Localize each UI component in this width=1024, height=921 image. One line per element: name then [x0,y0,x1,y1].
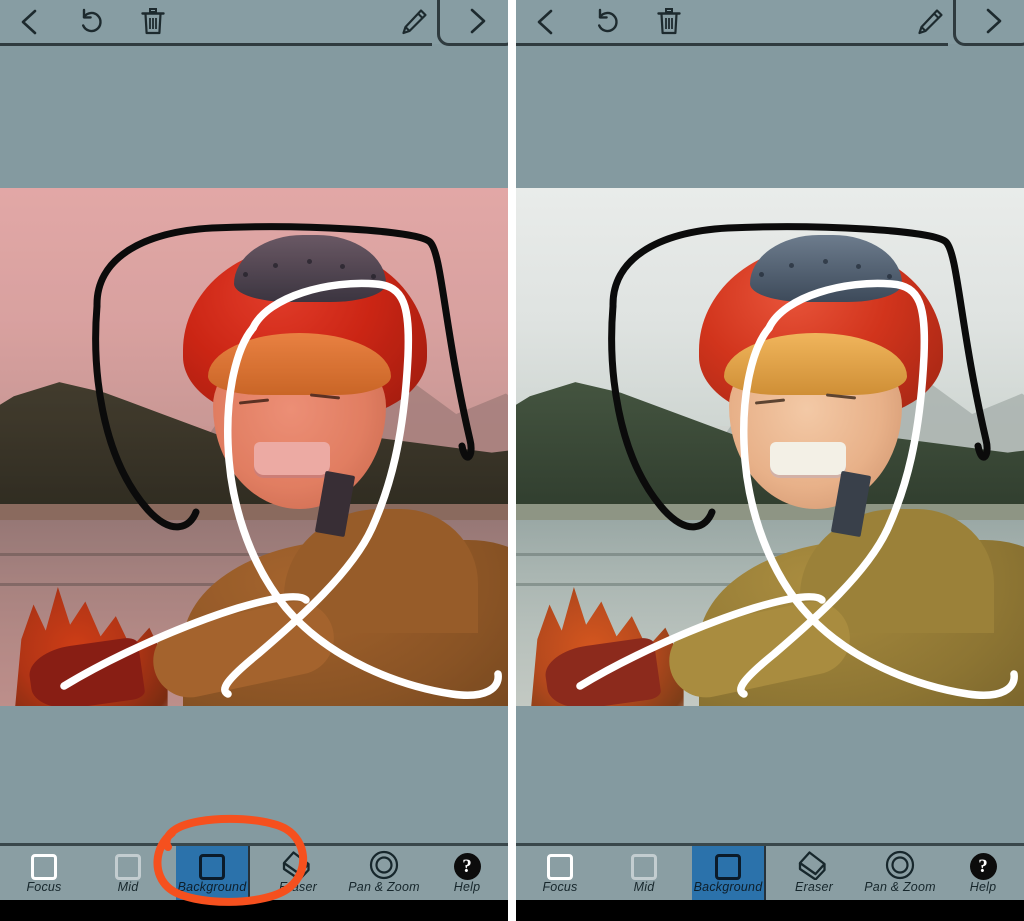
undo-icon[interactable] [588,4,626,40]
photo-canvas[interactable] [516,188,1024,706]
tool-label: Pan & Zoom [864,880,936,894]
tool-background[interactable]: Background [692,846,766,900]
next-chevron-icon[interactable] [974,3,1012,39]
filled-square-icon [199,850,225,880]
tool-label: Help [453,880,481,894]
tool-label: Background [693,880,763,894]
app-panel-right: Focus Mid Background Eraser Pan & Zoom ?… [516,0,1024,921]
tool-label: Mid [633,880,655,894]
brush-strokes [0,188,508,706]
edit-pencil-icon[interactable] [911,4,949,40]
delete-trash-icon[interactable] [134,4,172,40]
tool-focus[interactable]: Focus [8,846,80,900]
tool-label: Focus [542,880,578,894]
black-status-bar [516,900,1024,921]
tool-eraser[interactable]: Eraser [260,846,336,900]
photo-canvas[interactable] [0,188,508,706]
tool-label: Eraser [794,880,834,894]
next-panel-box [953,0,1024,46]
tool-label: Background [177,880,247,894]
delete-trash-icon[interactable] [650,4,688,40]
screenshot-root: Focus Mid Background Eraser Pan & Zoom ?… [0,0,1024,921]
tool-focus[interactable]: Focus [524,846,596,900]
next-chevron-icon[interactable] [458,3,496,39]
tool-label: Focus [26,880,62,894]
question-icon: ? [453,850,481,880]
edit-pencil-icon[interactable] [395,4,433,40]
tool-eraser[interactable]: Eraser [776,846,852,900]
top-toolbar [516,0,1024,46]
tool-pan-zoom[interactable]: Pan & Zoom [338,846,430,900]
target-icon [885,850,915,880]
black-status-bar [0,900,508,921]
eraser-icon [794,850,834,880]
empty-square-icon [31,850,57,880]
filled-square-icon [715,850,741,880]
empty-square-icon [115,850,141,880]
empty-square-icon [547,850,573,880]
target-icon [369,850,399,880]
tool-help[interactable]: ? Help [950,846,1016,900]
tool-mid[interactable]: Mid [608,846,680,900]
bottom-toolbar: Focus Mid Background Eraser Pan & Zoom ?… [0,843,508,900]
toolbar-divider [0,43,432,46]
eraser-icon [278,850,318,880]
top-toolbar [0,0,508,46]
tool-label: Eraser [278,880,318,894]
app-panel-left: Focus Mid Background Eraser Pan & Zoom ?… [0,0,508,921]
tool-label: Help [969,880,997,894]
panel-splitter [508,0,516,921]
next-panel-box [437,0,508,46]
back-chevron-icon[interactable] [526,4,564,40]
question-icon: ? [969,850,997,880]
tool-mid[interactable]: Mid [92,846,164,900]
tool-pan-zoom[interactable]: Pan & Zoom [854,846,946,900]
brush-strokes [516,188,1024,706]
tool-label: Mid [117,880,139,894]
back-chevron-icon[interactable] [10,4,48,40]
tool-label: Pan & Zoom [348,880,420,894]
toolbar-divider [516,43,948,46]
empty-square-icon [631,850,657,880]
tool-background[interactable]: Background [176,846,250,900]
tool-help[interactable]: ? Help [434,846,500,900]
undo-icon[interactable] [72,4,110,40]
bottom-toolbar: Focus Mid Background Eraser Pan & Zoom ?… [516,843,1024,900]
